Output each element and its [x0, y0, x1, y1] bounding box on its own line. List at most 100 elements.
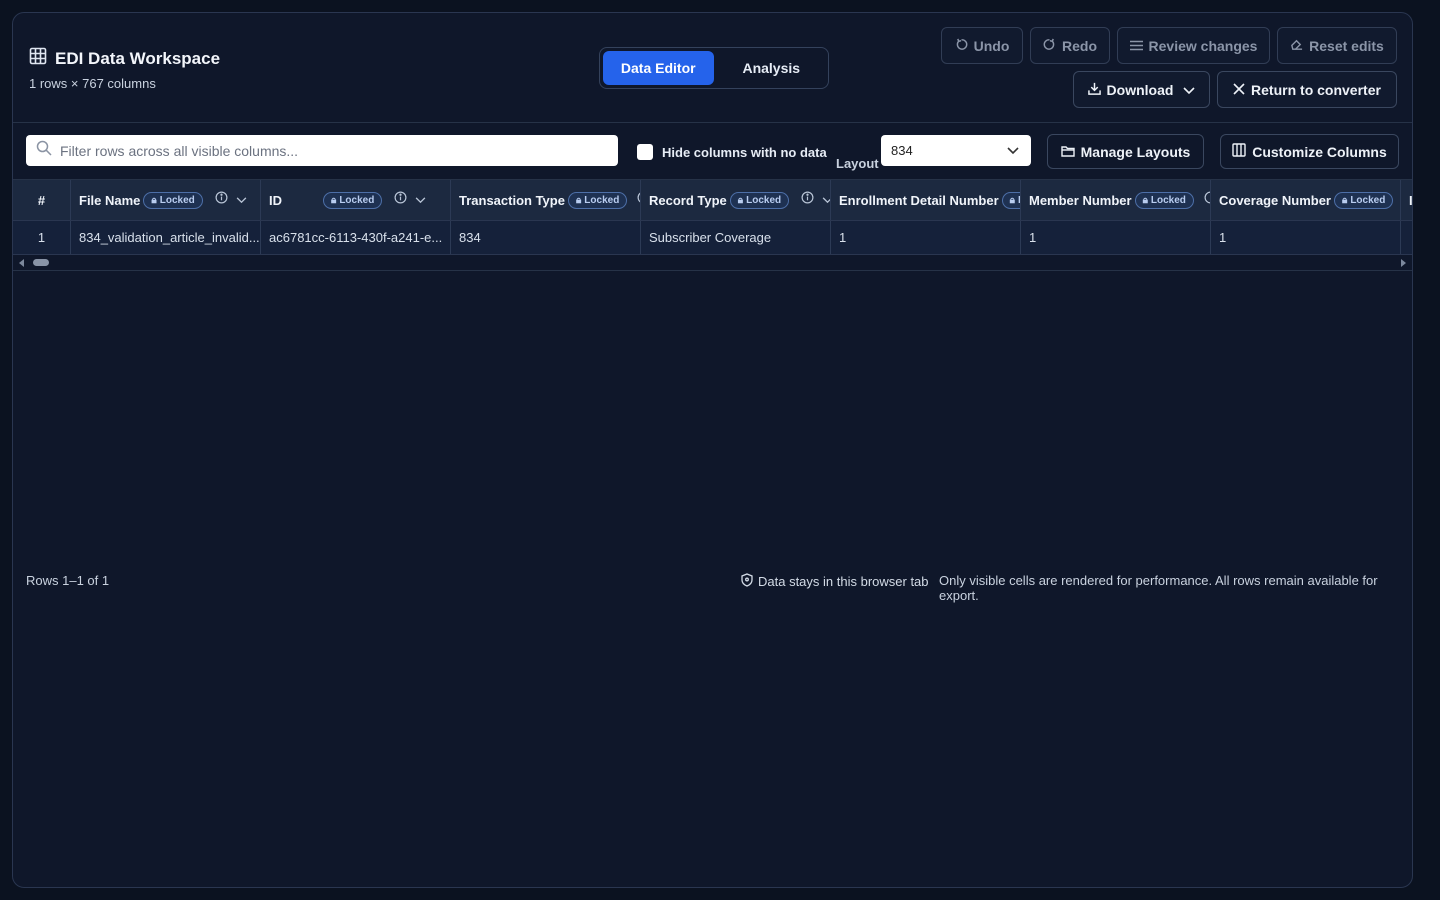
dimension-summary: 1 rows × 767 columns [29, 76, 156, 91]
locked-badge: 🔒︎Locked [1001, 191, 1020, 209]
undo-button[interactable]: Undo [941, 27, 1023, 64]
return-to-converter-button[interactable]: Return to converter [1217, 71, 1397, 108]
column-header-label: ID [269, 192, 282, 208]
column-header-coverage-number[interactable]: Coverage Number 🔒︎ Locked [1211, 180, 1401, 220]
cell-transaction-type[interactable]: 834 [451, 221, 641, 254]
privacy-note-label: Data stays in this browser tab [758, 574, 929, 589]
locked-badge: 🔒︎Locked [567, 191, 628, 209]
undo-label: Undo [973, 37, 1010, 54]
view-switcher: Data Editor Analysis [599, 47, 829, 89]
horizontal-scrollbar[interactable] [13, 255, 1412, 271]
row-index: 1 [13, 221, 71, 254]
filter-bar: Hide columns with no data Layout 834 Man… [13, 123, 1412, 179]
column-header-member-number[interactable]: Member Number 🔒︎ Locked [1021, 180, 1211, 220]
download-label: Download [1106, 81, 1174, 98]
search-icon [36, 140, 52, 161]
filter-rows-input[interactable] [60, 142, 590, 159]
cell-coverage-number[interactable]: 1 [1211, 221, 1401, 254]
info-icon[interactable] [215, 191, 228, 209]
redo-icon [1043, 38, 1056, 54]
redo-button[interactable]: Redo [1030, 27, 1110, 64]
scrollbar-thumb[interactable] [33, 259, 49, 266]
reset-edits-label: Reset edits [1309, 37, 1384, 54]
locked-badge: 🔒︎Locked [143, 191, 203, 209]
locked-badge-label: Locked [1150, 194, 1186, 206]
scroll-left-arrow[interactable] [19, 259, 24, 267]
cell-next[interactable] [1401, 221, 1412, 254]
column-header-truncated: I [1409, 193, 1412, 208]
grid-header-row: # File Name 🔒︎ Locked ID 🔒︎ Locked Transac… [13, 179, 1412, 221]
manage-layouts-button[interactable]: Manage Layouts [1047, 134, 1204, 169]
column-header-id[interactable]: ID 🔒︎ Locked [261, 180, 451, 220]
cell-record-type[interactable]: Subscriber Coverage [641, 221, 831, 254]
lock-icon: 🔒︎ [1341, 194, 1348, 206]
lock-icon: 🔒︎ [737, 194, 744, 206]
layout-label: Layout [836, 156, 879, 171]
hide-empty-columns-checkbox[interactable] [637, 144, 653, 160]
title-block: EDI Data Workspace 1 rows × 767 columns [29, 47, 220, 91]
cell-member-number[interactable]: 1 [1021, 221, 1211, 254]
column-header-label: Coverage Number [1219, 192, 1331, 208]
cell-id[interactable]: ac6781cc-6113-430f-a241-e... [261, 221, 451, 254]
chevron-down-icon[interactable] [236, 191, 247, 209]
layout-selected-value: 834 [891, 143, 913, 158]
eraser-icon [1290, 38, 1303, 54]
chevron-down-icon[interactable] [822, 191, 830, 209]
locked-badge-label: Locked [746, 194, 782, 206]
column-header-record-type[interactable]: Record Type 🔒︎ Locked [641, 180, 831, 220]
scroll-right-arrow[interactable] [1401, 259, 1406, 267]
columns-icon [1232, 143, 1246, 160]
index-column-header: # [13, 180, 71, 220]
list-icon [1129, 38, 1143, 54]
close-icon [1233, 82, 1245, 98]
column-header-file-name[interactable]: File Name 🔒︎ Locked [71, 180, 261, 220]
layout-select[interactable]: 834 [881, 135, 1031, 166]
column-header-label: File Name [79, 192, 141, 208]
edi-data-workspace: EDI Data Workspace 1 rows × 767 columns … [12, 12, 1413, 888]
locked-badge-label: Locked [159, 194, 195, 206]
tab-analysis[interactable]: Analysis [718, 51, 826, 85]
data-grid: # File Name 🔒︎ Locked ID 🔒︎ Locked Transac… [13, 179, 1412, 271]
lock-icon: 🔒︎ [331, 194, 337, 206]
lock-icon: 🔒︎ [1009, 194, 1015, 206]
undo-icon [955, 38, 968, 54]
folder-icon [1060, 144, 1075, 160]
page-title: EDI Data Workspace [55, 48, 221, 68]
reset-edits-button[interactable]: Reset edits [1277, 27, 1397, 64]
hide-empty-columns-toggle[interactable]: Hide columns with no data [637, 144, 827, 160]
shield-icon [741, 573, 753, 590]
review-changes-button[interactable]: Review changes [1117, 27, 1270, 64]
customize-columns-button[interactable]: Customize Columns [1220, 134, 1399, 169]
review-changes-label: Review changes [1148, 37, 1258, 54]
lock-icon: 🔒︎ [151, 194, 157, 206]
locked-badge-label: Locked [584, 194, 620, 206]
hide-empty-columns-label: Hide columns with no data [662, 144, 827, 160]
column-header-label: Member Number [1029, 192, 1132, 208]
workspace-header: EDI Data Workspace 1 rows × 767 columns … [13, 13, 1412, 123]
chevron-down-icon [1183, 82, 1196, 98]
locked-badge: 🔒︎Locked [1134, 191, 1194, 209]
column-header-transaction-type[interactable]: Transaction Type 🔒︎ Locked [451, 180, 641, 220]
column-header-enrollment-detail-number[interactable]: Enrollment Detail Number 🔒︎Locked [831, 180, 1021, 220]
performance-note: Only visible cells are rendered for perf… [939, 573, 1378, 603]
index-header-label: # [37, 192, 46, 208]
chevron-down-icon[interactable] [415, 191, 426, 209]
info-icon[interactable] [801, 191, 814, 209]
cell-enrollment-detail-number[interactable]: 1 [831, 221, 1021, 254]
row-count-summary: Rows 1–1 of 1 [26, 573, 110, 588]
grid-footer: Rows 1–1 of 1 Data stays in this browser… [13, 569, 1412, 603]
column-header-label: Record Type [649, 192, 727, 208]
lock-icon: 🔒︎ [575, 194, 582, 206]
column-header-next[interactable]: I [1401, 180, 1412, 220]
download-button[interactable]: Download [1073, 71, 1210, 108]
tab-data-editor[interactable]: Data Editor [603, 51, 714, 85]
table-row: 1 834_validation_article_invalid... ac67… [13, 221, 1412, 255]
locked-badge: 🔒︎Locked [729, 191, 790, 209]
redo-label: Redo [1062, 37, 1097, 54]
grid-icon [29, 47, 47, 70]
column-header-label: Enrollment Detail Number [839, 192, 999, 208]
info-icon[interactable] [1204, 191, 1210, 209]
locked-badge-label: Locked [339, 194, 375, 206]
info-icon[interactable] [394, 191, 407, 209]
cell-file-name[interactable]: 834_validation_article_invalid... [71, 221, 261, 254]
